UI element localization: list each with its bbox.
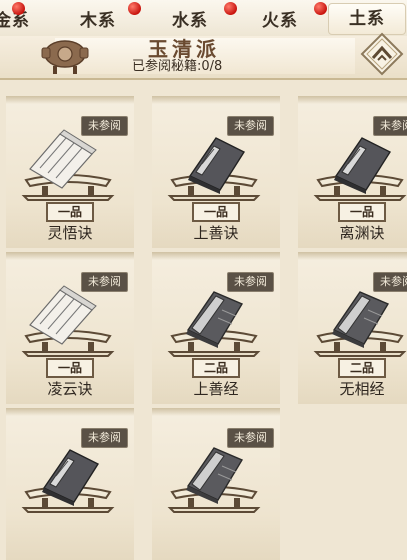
card-shadow (298, 96, 407, 104)
manual-name: 上善诀 (193, 224, 239, 242)
tab-earth[interactable]: 土系 (328, 3, 406, 35)
red-bead-icon (128, 2, 141, 15)
manual-name: 上善经 (193, 380, 239, 398)
unread-status-tag: 未参阅 (373, 116, 407, 136)
unread-status-tag: 未参阅 (227, 428, 274, 448)
element-tab-bar: 金系 木系 水系 火系 土系 (0, 0, 407, 37)
collapse-chevron-icon[interactable] (360, 32, 404, 76)
unread-status-tag: 未参阅 (227, 272, 274, 292)
red-bead-icon (224, 2, 237, 15)
card-shadow (152, 408, 280, 416)
manual-card[interactable]: 未参阅一品离渊诀 (298, 96, 407, 248)
read-progress: 已参阅秘籍:0/8 (132, 59, 223, 74)
card-shadow (298, 252, 407, 260)
manual-name: 离渊诀 (339, 224, 385, 242)
card-shadow (6, 408, 134, 416)
card-shadow (152, 96, 280, 104)
tab-fire[interactable]: 火系 (262, 6, 298, 31)
manual-card[interactable]: 未参阅二品无相经 (298, 252, 407, 404)
unread-status-tag: 未参阅 (373, 272, 407, 292)
card-shadow (152, 252, 280, 260)
manual-rank-badge: 一品 (46, 358, 94, 378)
manual-name: 灵悟诀 (47, 224, 93, 242)
unread-status-tag: 未参阅 (81, 272, 128, 292)
manual-card[interactable]: 未参阅一品凌云诀 (6, 252, 134, 404)
manual-card[interactable]: 未参阅一品灵悟诀 (6, 96, 134, 248)
card-shadow (6, 96, 134, 104)
manual-card[interactable]: 未参阅 (152, 408, 280, 560)
manual-card[interactable]: 未参阅 (6, 408, 134, 560)
unread-status-tag: 未参阅 (81, 428, 128, 448)
card-shadow (6, 252, 134, 260)
red-bead-icon (314, 2, 327, 15)
manual-rank-badge: 二品 (338, 358, 386, 378)
manual-card[interactable]: 未参阅一品上善诀 (152, 96, 280, 248)
sect-emblem-icon (41, 40, 89, 74)
red-bead-icon (12, 2, 25, 15)
manual-rank-badge: 一品 (46, 202, 94, 222)
manual-card[interactable]: 未参阅二品上善经 (152, 252, 280, 404)
manual-rank-badge: 一品 (338, 202, 386, 222)
manual-rank-badge: 二品 (192, 358, 240, 378)
tab-wood[interactable]: 木系 (80, 6, 116, 31)
tab-water[interactable]: 水系 (172, 6, 208, 31)
unread-status-tag: 未参阅 (227, 116, 274, 136)
unread-status-tag: 未参阅 (81, 116, 128, 136)
manual-rank-badge: 一品 (192, 202, 240, 222)
manual-name: 无相经 (339, 380, 385, 398)
manual-name: 凌云诀 (47, 380, 93, 398)
